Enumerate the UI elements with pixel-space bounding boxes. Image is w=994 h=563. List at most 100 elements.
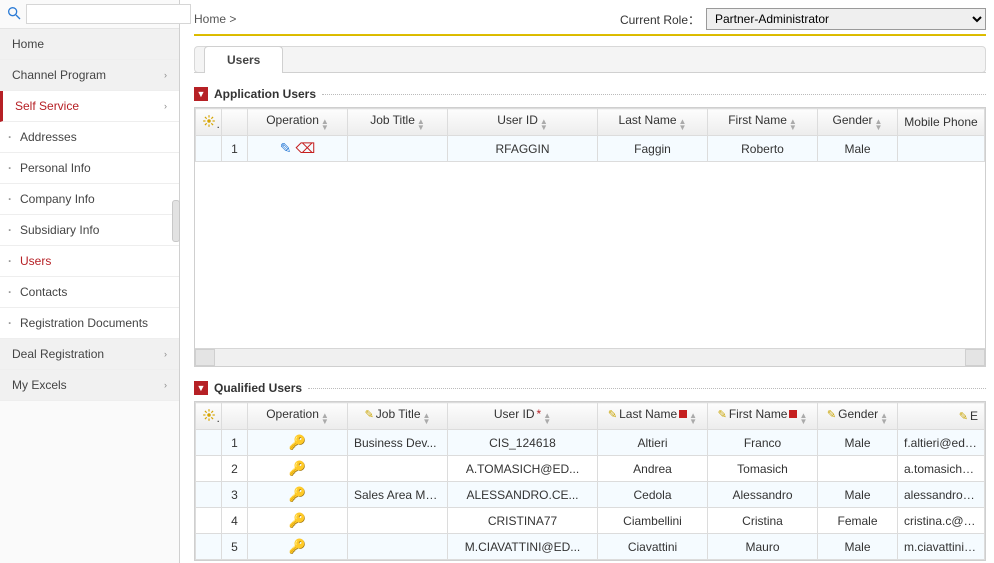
tabs: Users	[194, 46, 986, 73]
key-icon[interactable]: 🔑	[289, 512, 306, 528]
job-title-cell[interactable]	[348, 456, 448, 482]
email-cell[interactable]: m.ciavattini@ed	[898, 534, 985, 560]
gender-cell[interactable]: Male	[818, 430, 898, 456]
role-select[interactable]: Partner-Administrator	[706, 8, 986, 30]
sidebar-item-contacts[interactable]: Contacts	[0, 277, 179, 308]
user-id-cell: CRISTINA77	[448, 508, 598, 534]
col-job-title[interactable]: Job Title▲▼	[348, 109, 448, 136]
pencil-icon: ✎	[365, 409, 374, 421]
row-number-column	[222, 403, 248, 430]
col-first-name[interactable]: First Name▲▼	[708, 109, 818, 136]
filter-active-icon[interactable]	[679, 410, 687, 418]
sidebar-item-addresses[interactable]: Addresses	[0, 122, 179, 153]
first-name-cell[interactable]: Franco	[708, 430, 818, 456]
search-input[interactable]	[26, 4, 191, 24]
gender-cell[interactable]	[818, 456, 898, 482]
first-name-cell[interactable]: Alessandro	[708, 482, 818, 508]
last-name-cell: Faggin	[598, 136, 708, 162]
sidebar-item-users[interactable]: Users	[0, 246, 179, 277]
email-cell[interactable]: f.altieri@edslan	[898, 430, 985, 456]
col-mobile-phone[interactable]: Mobile Phone	[898, 109, 985, 136]
col-first-name[interactable]: ✎First Name▲▼	[708, 403, 818, 430]
key-icon[interactable]: 🔑	[289, 434, 306, 450]
col-operation[interactable]: Operation▲▼	[248, 109, 348, 136]
search-icon[interactable]	[6, 5, 22, 24]
table-row[interactable]: 2🔑A.TOMASICH@ED...AndreaTomasicha.tomasi…	[196, 456, 985, 482]
role-selector: Current Role： Partner-Administrator	[620, 8, 986, 30]
job-title-cell[interactable]	[348, 508, 448, 534]
gender-cell[interactable]: Male	[818, 534, 898, 560]
gender-cell[interactable]: Male	[818, 482, 898, 508]
gear-icon[interactable]	[202, 117, 216, 131]
sidebar-item-channel-program[interactable]: Channel Program›	[0, 60, 179, 91]
job-title-cell[interactable]: Business Dev...	[348, 430, 448, 456]
sidebar-item-label: Self Service	[15, 99, 79, 113]
email-cell[interactable]: a.tomasich@ed	[898, 456, 985, 482]
key-icon[interactable]: 🔑	[289, 486, 306, 502]
edit-icon[interactable]: ✎	[280, 140, 292, 156]
col-gender[interactable]: Gender▲▼	[818, 109, 898, 136]
sidebar-item-registration-documents[interactable]: Registration Documents	[0, 308, 179, 339]
table-row[interactable]: 1✎⌫RFAGGINFagginRobertoMale	[196, 136, 985, 162]
horizontal-scrollbar[interactable]	[195, 348, 985, 366]
gear-column[interactable]	[196, 403, 222, 430]
col-user-id[interactable]: User ID*▲▼	[448, 403, 598, 430]
col-user-id[interactable]: User ID▲▼	[448, 109, 598, 136]
tab-users[interactable]: Users	[204, 46, 283, 73]
filter-active-icon[interactable]	[789, 410, 797, 418]
job-title-cell[interactable]: Sales Area Ma...	[348, 482, 448, 508]
col-job-title[interactable]: ✎Job Title▲▼	[348, 403, 448, 430]
last-name-cell[interactable]: Ciambellini	[598, 508, 708, 534]
col-email[interactable]: ✎E	[898, 403, 985, 430]
last-name-cell[interactable]: Altieri	[598, 430, 708, 456]
col-operation[interactable]: Operation▲▼	[248, 403, 348, 430]
sidebar-item-label: Home	[12, 37, 44, 51]
application-users-table: Operation▲▼ Job Title▲▼ User ID▲▼ Last N…	[194, 107, 986, 367]
sidebar-item-label: Contacts	[20, 285, 67, 299]
collapse-toggle-icon[interactable]: ▼	[194, 381, 208, 395]
sidebar-item-label: Channel Program	[12, 68, 106, 82]
col-gender[interactable]: ✎Gender▲▼	[818, 403, 898, 430]
table-row[interactable]: 5🔑M.CIAVATTINI@ED...CiavattiniMauroMalem…	[196, 534, 985, 560]
sidebar-item-self-service[interactable]: Self Service›	[0, 91, 179, 122]
first-name-cell[interactable]: Tomasich	[708, 456, 818, 482]
pencil-icon: ✎	[827, 409, 836, 421]
sidebar-search	[0, 0, 179, 29]
first-name-cell: Roberto	[708, 136, 818, 162]
first-name-cell[interactable]: Mauro	[708, 534, 818, 560]
row-number-column	[222, 109, 248, 136]
collapse-toggle-icon[interactable]: ▼	[194, 87, 208, 101]
sidebar-item-company-info[interactable]: Company Info	[0, 184, 179, 215]
first-name-cell[interactable]: Cristina	[708, 508, 818, 534]
gear-icon[interactable]	[202, 411, 216, 425]
job-title-cell[interactable]	[348, 534, 448, 560]
sidebar-item-personal-info[interactable]: Personal Info	[0, 153, 179, 184]
gear-column[interactable]	[196, 109, 222, 136]
table-row[interactable]: 4🔑CRISTINA77CiambelliniCristinaFemalecri…	[196, 508, 985, 534]
key-icon[interactable]: 🔑	[289, 460, 306, 476]
pencil-icon: ✎	[718, 409, 727, 421]
email-cell[interactable]: alessandro.ced	[898, 482, 985, 508]
gender-cell[interactable]: Female	[818, 508, 898, 534]
email-cell[interactable]: cristina.c@edsl	[898, 508, 985, 534]
sidebar-item-deal-registration[interactable]: Deal Registration›	[0, 339, 179, 370]
col-last-name[interactable]: Last Name▲▼	[598, 109, 708, 136]
breadcrumb[interactable]: Home >	[194, 12, 236, 26]
user-id-cell: A.TOMASICH@ED...	[448, 456, 598, 482]
col-last-name[interactable]: ✎Last Name▲▼	[598, 403, 708, 430]
last-name-cell[interactable]: Andrea	[598, 456, 708, 482]
pencil-icon: ✎	[608, 409, 617, 421]
section-qualified-users: ▼ Qualified Users	[194, 381, 986, 395]
last-name-cell[interactable]: Cedola	[598, 482, 708, 508]
user-id-cell: M.CIAVATTINI@ED...	[448, 534, 598, 560]
sidebar-item-label: Subsidiary Info	[20, 223, 99, 237]
table-row[interactable]: 1🔑Business Dev...CIS_124618AltieriFranco…	[196, 430, 985, 456]
row-gear-cell	[196, 508, 222, 534]
last-name-cell[interactable]: Ciavattini	[598, 534, 708, 560]
table-row[interactable]: 3🔑Sales Area Ma...ALESSANDRO.CE...Cedola…	[196, 482, 985, 508]
sidebar-item-my-excels[interactable]: My Excels›	[0, 370, 179, 401]
key-icon[interactable]: 🔑	[289, 538, 306, 554]
sidebar-item-home[interactable]: Home	[0, 29, 179, 60]
sidebar-item-subsidiary-info[interactable]: Subsidiary Info	[0, 215, 179, 246]
delete-icon[interactable]: ⌫	[295, 140, 315, 156]
